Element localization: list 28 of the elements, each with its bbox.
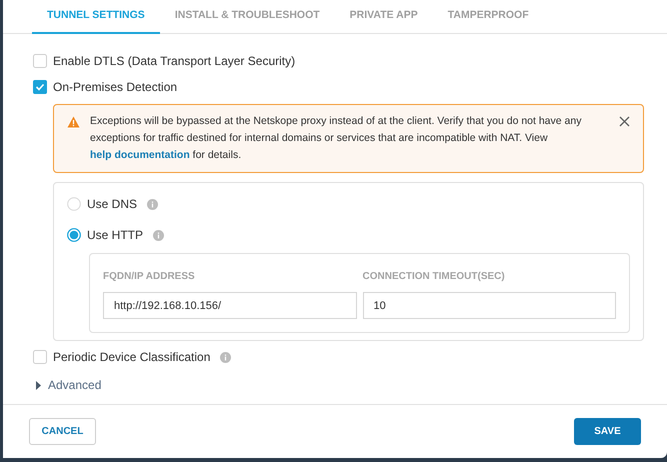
- checkbox-label: Enable DTLS (Data Transport Layer Security): [53, 53, 296, 70]
- warning-message: Exceptions will be bypassed at the Netskope proxy instead of at the client. Verify that you do not have any exceptions for traffic destined for internal domains or services that are incompatible with NAT. View help documentation for details.: [90, 114, 582, 163]
- field-label: CONNECTION TIMEOUT(SEC): [362, 270, 506, 284]
- checkbox[interactable]: [33, 54, 47, 68]
- help-link[interactable]: help documentation: [90, 149, 190, 161]
- radio-label: Use HTTP: [87, 227, 144, 244]
- info-icon[interactable]: [147, 198, 158, 210]
- field-label: FQDN/IP ADDRESS: [103, 270, 196, 284]
- tab[interactable]: INSTALL & TROUBLESHOOT: [160, 0, 335, 34]
- close-icon[interactable]: [619, 116, 630, 127]
- checkbox-label: Periodic Device Classification: [53, 349, 210, 366]
- info-icon[interactable]: [220, 352, 232, 362]
- info-icon[interactable]: [153, 230, 164, 240]
- input-field[interactable]: 10: [362, 292, 616, 319]
- checkbox[interactable]: [33, 350, 47, 364]
- tab[interactable]: TAMPERPROOF: [432, 0, 544, 34]
- warning-icon: [67, 116, 80, 128]
- save-button[interactable]: SAVE: [574, 418, 641, 445]
- checkbox[interactable]: [33, 80, 47, 94]
- advanced-toggle[interactable]: Advanced: [48, 376, 102, 394]
- tab[interactable]: TUNNEL SETTINGS: [32, 0, 160, 34]
- tab[interactable]: PRIVATE APP: [334, 0, 433, 34]
- input-field[interactable]: http://192.168.10.156/: [103, 292, 356, 319]
- caret-icon[interactable]: [35, 380, 42, 390]
- radio-label: Use DNS: [87, 196, 138, 213]
- checkbox-label: On-Premises Detection: [53, 79, 178, 96]
- cancel-button[interactable]: CANCEL: [29, 418, 96, 445]
- radio-button[interactable]: [67, 228, 81, 242]
